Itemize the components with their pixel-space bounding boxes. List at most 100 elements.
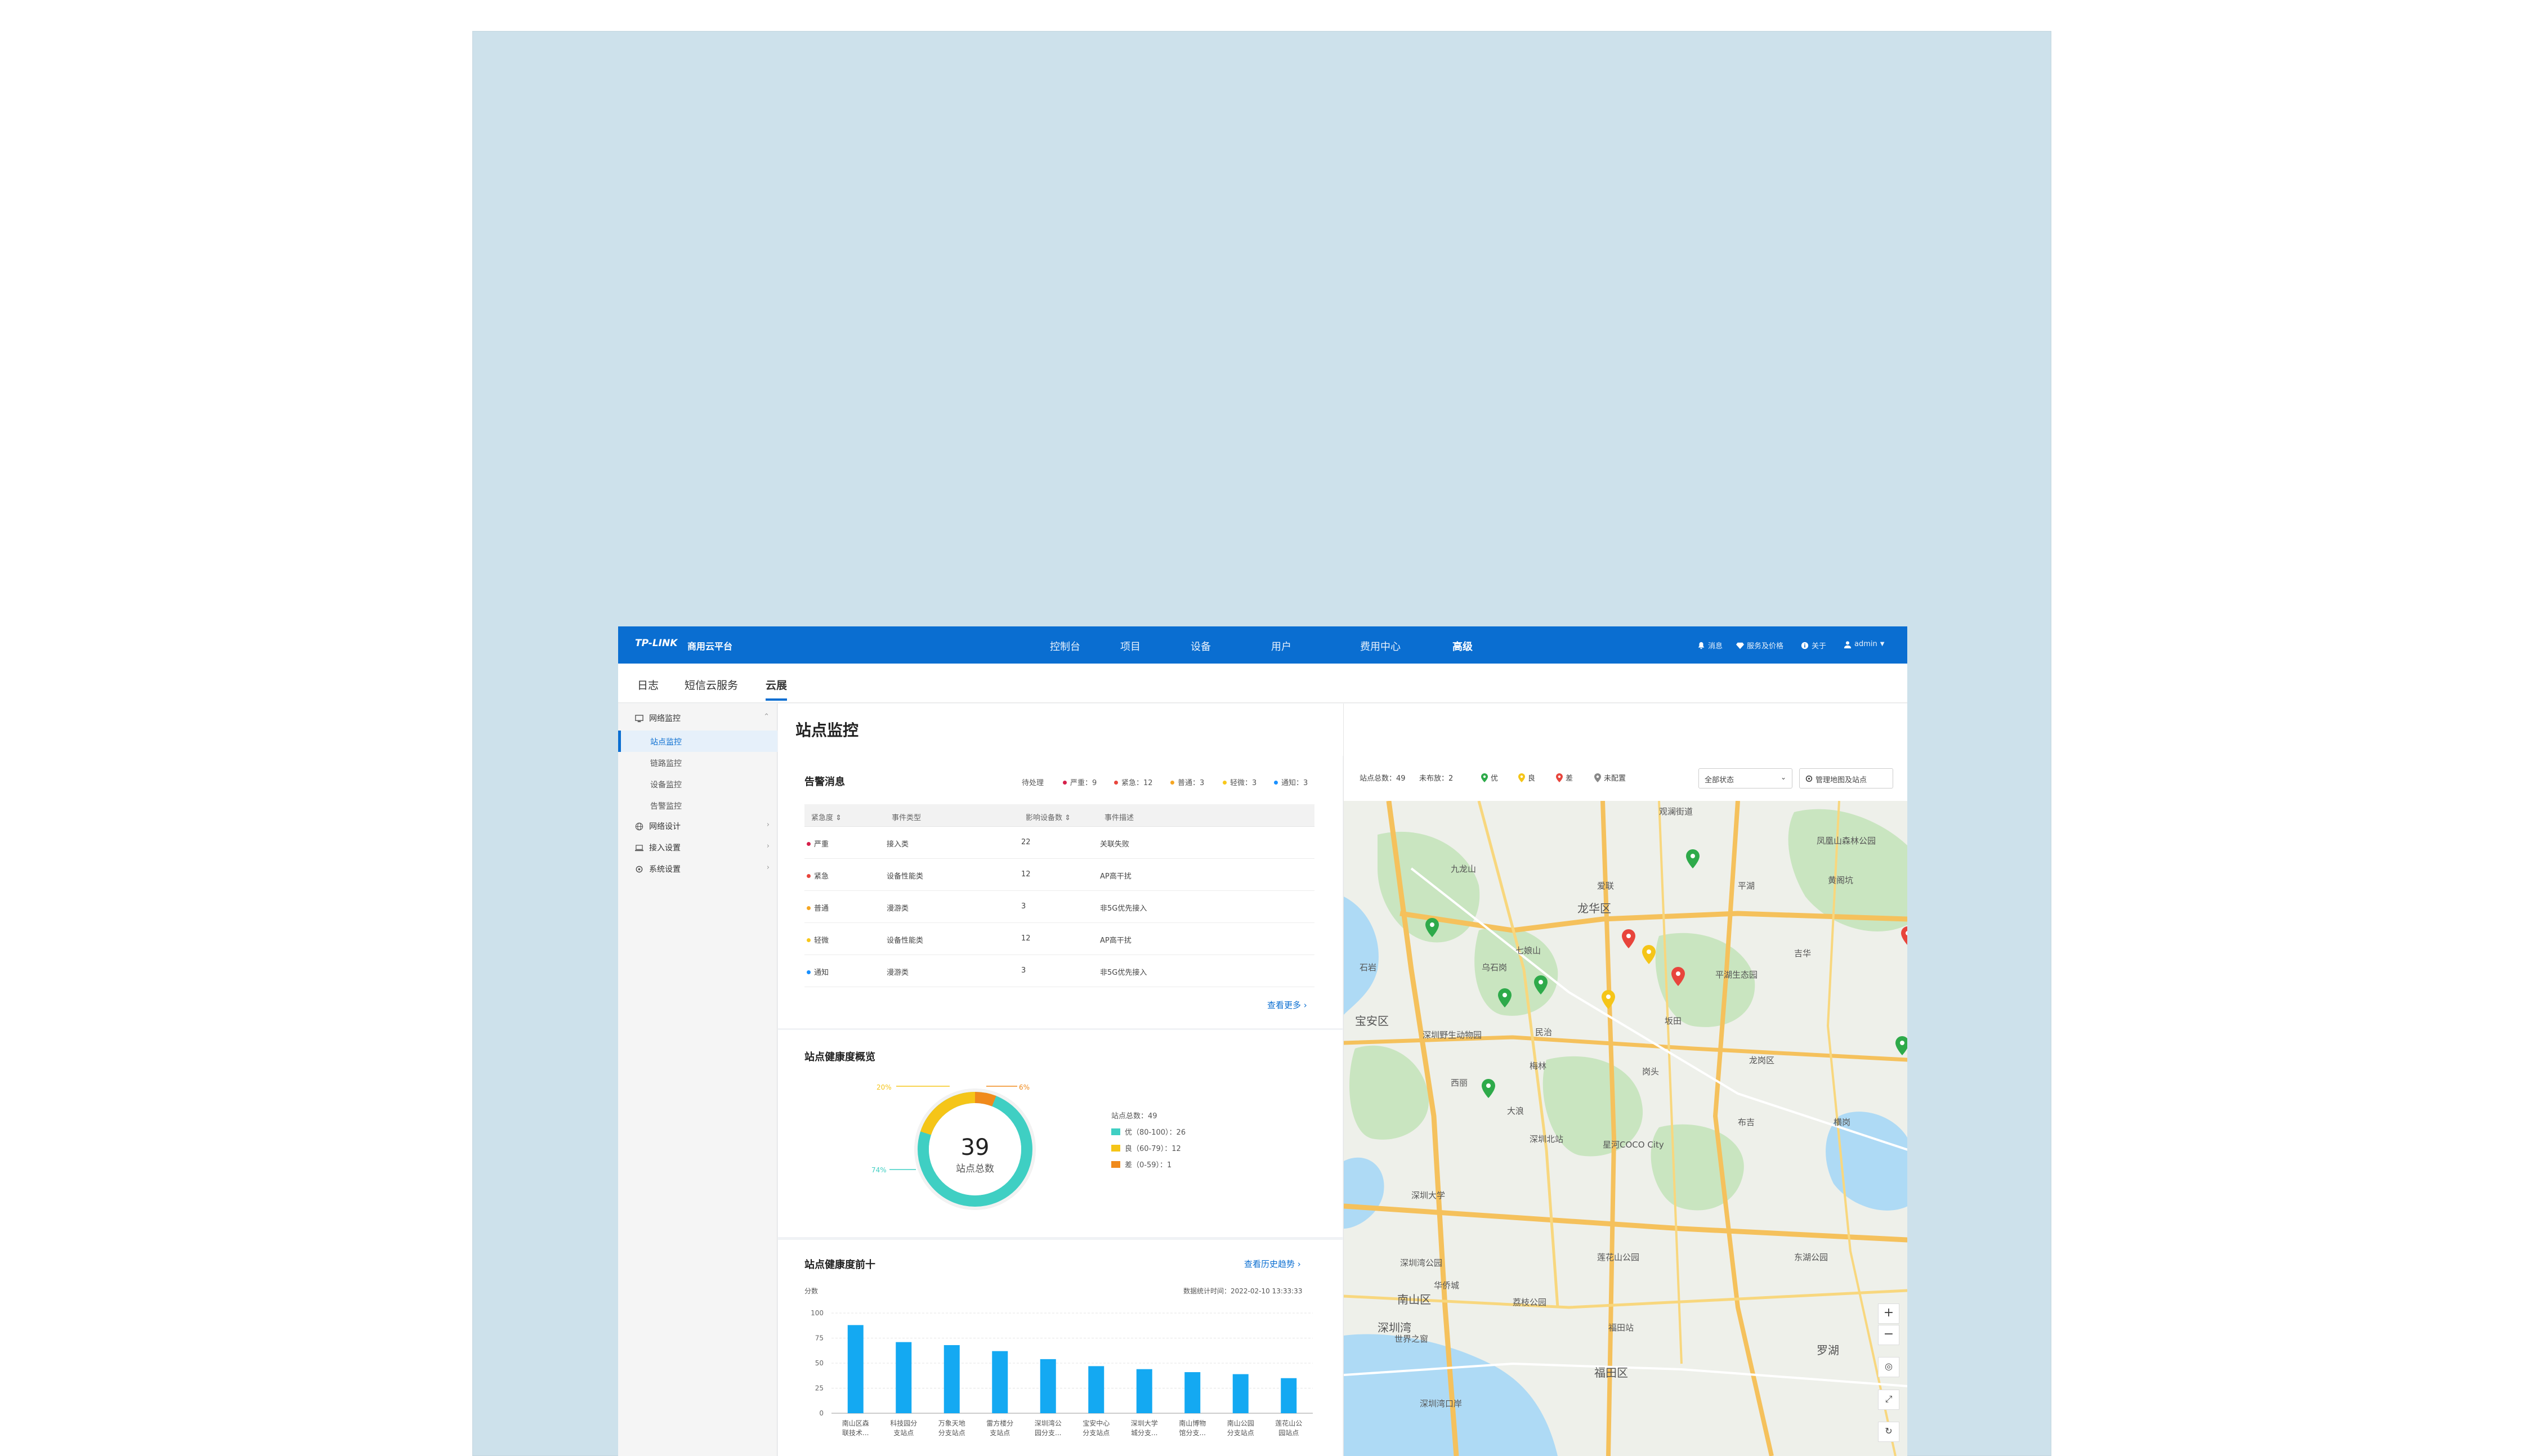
type-cell: 设备性能类 — [887, 872, 924, 881]
map-label: 九龙山 — [1451, 864, 1477, 874]
nav-billing[interactable]: 费用中心 — [1360, 639, 1401, 653]
col-desc: 事件描述 — [1105, 814, 1134, 822]
view-more-link[interactable]: 查看更多 › — [1267, 999, 1307, 1011]
sidebar-group-network-design[interactable]: 网络设计 › — [635, 821, 773, 832]
map-label: 福田站 — [1608, 1323, 1634, 1333]
map-label: 梅林 — [1530, 1061, 1547, 1071]
col-level[interactable]: 紧急度 ⇕ — [811, 812, 842, 822]
page-title: 站点监控 — [795, 721, 859, 740]
status-dot — [1063, 781, 1067, 785]
bar[interactable] — [1088, 1366, 1105, 1413]
map-unconnected: 未布放：2 — [1419, 774, 1454, 783]
bar[interactable] — [1136, 1369, 1152, 1413]
type-cell: 漫游类 — [887, 969, 909, 977]
bar[interactable] — [1281, 1378, 1297, 1413]
y-tick-label: 25 — [815, 1385, 824, 1392]
alarm-count-normal[interactable]: 普通：3 — [1170, 777, 1204, 787]
table-row[interactable]: 轻微 设备性能类 12 AP高干扰 — [804, 923, 1314, 955]
service-link[interactable]: 服务及价格 — [1736, 640, 1783, 651]
refresh-button[interactable]: ↻ — [1878, 1422, 1899, 1442]
table-row[interactable]: 普通 漫游类 3 非5G优先接入 — [804, 891, 1314, 923]
status-dot — [1114, 781, 1118, 785]
brand-title: 商用云平台 — [687, 641, 733, 652]
tab-log[interactable]: 日志 — [637, 677, 659, 692]
sidebar-group-system-settings[interactable]: 系统设置 › — [635, 863, 773, 875]
bar[interactable] — [992, 1351, 1008, 1413]
status-dot — [807, 938, 811, 942]
map-label: 深圳北站 — [1530, 1134, 1564, 1144]
sub-navbar: 日志 短信云服务 云展 — [618, 664, 1907, 703]
x-tick-label: 莲花山公 — [1275, 1419, 1302, 1427]
sidebar-item-site-monitor[interactable]: 站点监控 — [650, 736, 682, 747]
map-label: 观澜街道 — [1659, 807, 1693, 817]
x-tick-label: 园分支... — [1035, 1429, 1061, 1437]
tab-sms[interactable]: 短信云服务 — [685, 677, 738, 692]
pin-icon — [1481, 773, 1488, 782]
fullscreen-button[interactable]: ⤢ — [1878, 1390, 1899, 1410]
desc-cell: 非5G优先接入 — [1100, 904, 1147, 913]
chevron-down-icon: ⌄ — [1780, 773, 1786, 781]
map-label: 乌石岗 — [1482, 962, 1508, 973]
x-tick-label: 分支站点 — [1083, 1429, 1110, 1437]
pin-icon — [1594, 773, 1601, 782]
table-row[interactable]: 紧急 设备性能类 12 AP高干扰 — [804, 859, 1314, 891]
map-canvas[interactable]: 观澜街道 龙华区 九龙山 石岩 乌石岗 七娘山 梅林 西丽 深圳大学 南山区 福… — [1344, 801, 1907, 1456]
locate-button[interactable]: ◎ — [1878, 1357, 1899, 1377]
x-tick-label: 分支站点 — [938, 1429, 965, 1437]
x-tick-label: 馆分支... — [1179, 1428, 1206, 1437]
sidebar-item-link-monitor[interactable]: 链路监控 — [650, 758, 682, 769]
bar[interactable] — [1232, 1374, 1249, 1413]
health-overview-panel: 站点健康度概览 39 站点总数 20% 6% 74% 站点总数：49 优（80-… — [778, 1030, 1343, 1237]
nav-user[interactable]: 用户 — [1271, 639, 1291, 653]
map-graphic — [1344, 801, 1907, 1456]
about-link[interactable]: 关于 — [1801, 640, 1826, 651]
chevron-right-icon: › — [766, 821, 770, 829]
monitor-icon — [635, 714, 643, 722]
status-dot — [807, 970, 811, 974]
level-cell: 普通 — [807, 902, 829, 913]
zoom-out-button[interactable]: − — [1878, 1325, 1899, 1345]
zoom-in-button[interactable]: + — [1878, 1303, 1899, 1324]
caret-down-icon: ▼ — [1880, 641, 1885, 647]
tab-cloud-exhibit[interactable]: 云展 — [766, 677, 788, 701]
user-menu[interactable]: admin ▼ — [1844, 640, 1884, 648]
bar[interactable] — [847, 1325, 864, 1413]
alarm-count-notice[interactable]: 通知：3 — [1274, 777, 1308, 787]
top10-panel: 站点健康度前十 查看历史趋势 › 分数 数据统计时间：2022-02-10 13… — [778, 1240, 1343, 1456]
map-label: 西丽 — [1451, 1078, 1468, 1088]
map-label: 岗头 — [1642, 1067, 1660, 1077]
level-cell: 通知 — [807, 966, 829, 977]
alarm-count-urgent[interactable]: 紧急：12 — [1114, 777, 1153, 787]
top-navbar: TP-LINK 商用云平台 控制台 项目 设备 用户 费用中心 高级 消息 服务… — [618, 626, 1907, 664]
x-tick-label: 联技术... — [842, 1429, 869, 1437]
col-count[interactable]: 影响设备数 ⇕ — [1026, 812, 1071, 822]
bar[interactable] — [1040, 1359, 1056, 1413]
y-tick-label: 75 — [815, 1334, 824, 1342]
bar[interactable] — [896, 1342, 912, 1413]
legend-poor: 差（0-59）：1 — [1111, 1159, 1171, 1170]
laptop-icon — [635, 844, 643, 851]
pct-poor-label: 6% — [1019, 1083, 1030, 1091]
table-row[interactable]: 通知 漫游类 3 非5G优先接入 — [804, 955, 1314, 987]
alarm-count-minor[interactable]: 轻微：3 — [1223, 777, 1256, 787]
x-tick-label: 雷方楼分 — [986, 1419, 1013, 1427]
table-row[interactable]: 严重 接入类 22 关联失败 — [804, 827, 1314, 859]
nav-console[interactable]: 控制台 — [1050, 639, 1080, 653]
nav-device[interactable]: 设备 — [1191, 639, 1211, 653]
status-dot — [1170, 781, 1174, 785]
map-label: 布吉 — [1738, 1117, 1755, 1127]
map-label: 大浪 — [1507, 1106, 1524, 1116]
nav-project[interactable]: 项目 — [1120, 639, 1141, 653]
bar[interactable] — [1184, 1372, 1201, 1413]
sidebar-item-alarm-monitor[interactable]: 告警监控 — [650, 800, 682, 812]
bar[interactable] — [943, 1345, 960, 1413]
alarm-count-critical[interactable]: 严重：9 — [1063, 777, 1097, 787]
status-filter-select[interactable]: 全部状态 ⌄ — [1698, 768, 1792, 789]
manage-map-button[interactable]: 管理地图及站点 — [1799, 768, 1893, 789]
nav-advanced[interactable]: 高级 — [1452, 639, 1473, 653]
notice-link[interactable]: 消息 — [1697, 640, 1723, 651]
sidebar-group-network-monitor[interactable]: 网络监控 ⌃ — [635, 713, 773, 724]
sidebar-group-access-settings[interactable]: 接入设置 › — [635, 842, 773, 853]
sidebar-item-device-monitor[interactable]: 设备监控 — [650, 779, 682, 790]
map-panel: 站点总数：49 未布放：2 优 良 差 未配置 全部状态 ⌄ 管理地图及站点 观… — [1343, 704, 1907, 1456]
